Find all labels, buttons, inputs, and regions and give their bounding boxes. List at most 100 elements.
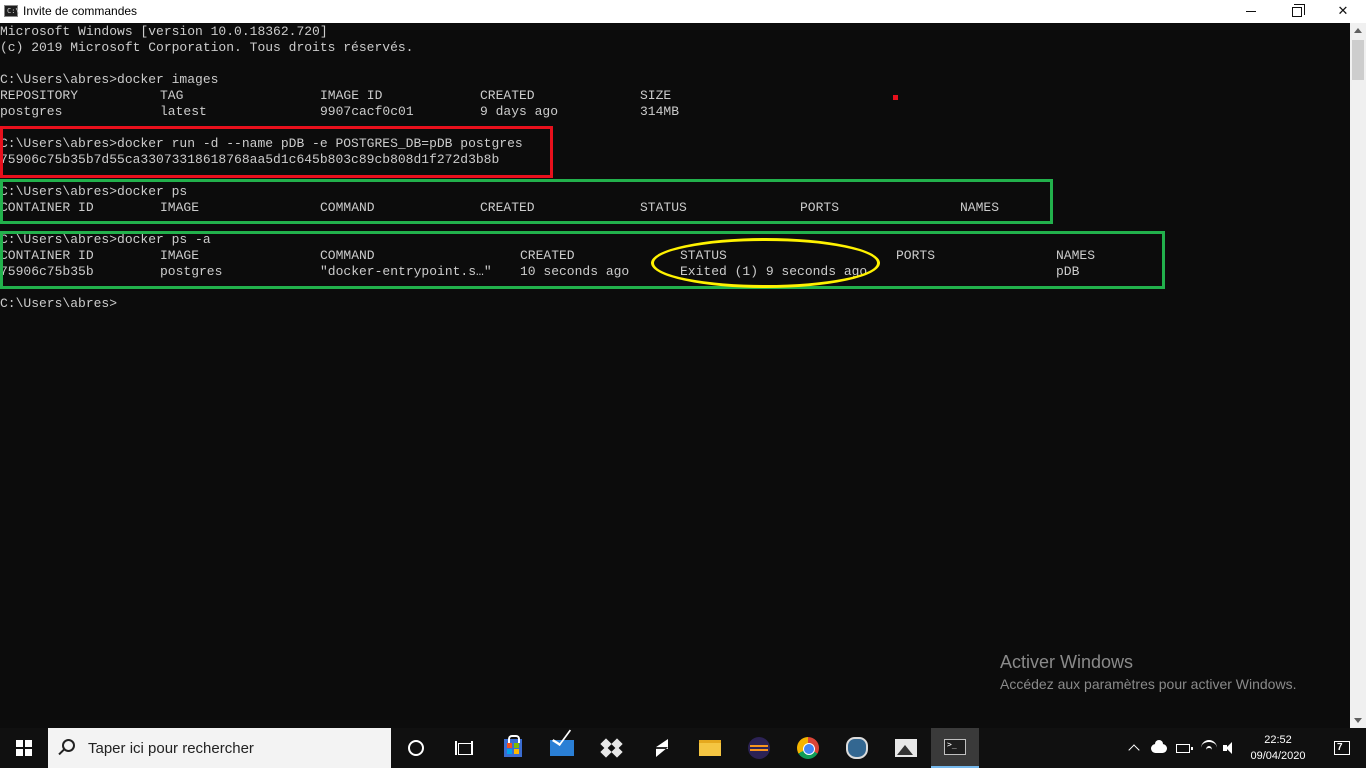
windows-logo-icon	[16, 740, 32, 756]
header-cell: COMMAND	[320, 200, 375, 215]
cell: 10 seconds ago	[520, 264, 630, 279]
header-cell: SIZE	[640, 88, 672, 103]
console-prompt: C:\Users\abres>	[0, 296, 118, 311]
sublime-text-button[interactable]	[637, 728, 685, 768]
console-line: (c) 2019 Microsoft Corporation. Tous dro…	[0, 40, 414, 55]
header-cell: CREATED	[520, 248, 575, 263]
photos-icon	[895, 739, 917, 757]
volume-button[interactable]	[1220, 728, 1242, 768]
cell: 75906c75b35b	[0, 264, 94, 279]
cell: "docker-entrypoint.s…"	[320, 264, 492, 279]
watermark-title: Activer Windows	[1000, 652, 1134, 672]
dropbox-button[interactable]	[588, 728, 636, 768]
header-cell: CREATED	[480, 88, 535, 103]
header-cell: STATUS	[680, 248, 727, 263]
header-cell: STATUS	[640, 200, 687, 215]
cmd-icon: C:\	[4, 5, 20, 17]
ps-header-row: CONTAINER ID IMAGE COMMAND CREATED STATU…	[0, 200, 1350, 216]
photos-button[interactable]	[882, 728, 930, 768]
task-view-button[interactable]	[440, 728, 488, 768]
show-hidden-icons-button[interactable]	[1124, 728, 1144, 768]
battery-icon	[1176, 743, 1193, 753]
cell: 9907cacf0c01	[320, 104, 414, 119]
maximize-button[interactable]	[1274, 0, 1320, 23]
task-view-icon	[455, 741, 473, 755]
console-line: C:\Users\abres>docker ps	[0, 184, 188, 199]
clock-time: 22:52	[1264, 734, 1292, 746]
header-cell: PORTS	[896, 248, 936, 263]
clock[interactable]: 22:52 09/04/2020	[1244, 728, 1312, 768]
header-cell: NAMES	[1056, 248, 1096, 263]
cortana-button[interactable]	[392, 728, 440, 768]
file-explorer-button[interactable]	[686, 728, 734, 768]
cortana-icon	[408, 740, 424, 756]
close-icon: ✕	[1337, 4, 1349, 19]
pgadmin-button[interactable]	[833, 728, 881, 768]
annotation-dot	[893, 95, 898, 100]
images-row: postgres latest 9907cacf0c01 9 days ago …	[0, 104, 1350, 120]
cell: latest	[160, 104, 207, 119]
header-cell: REPOSITORY	[0, 88, 79, 103]
scroll-thumb[interactable]	[1352, 40, 1364, 80]
store-icon	[504, 735, 522, 757]
header-cell: CONTAINER ID	[0, 248, 94, 263]
cell: postgres	[0, 104, 63, 119]
dropbox-icon	[600, 738, 623, 758]
cmd-icon	[944, 739, 966, 755]
cmd-taskbar-button[interactable]	[931, 728, 979, 768]
console-line: C:\Users\abres>docker ps -a	[0, 232, 211, 247]
header-cell: IMAGE	[160, 200, 200, 215]
console-line: Microsoft Windows [version 10.0.18362.72…	[0, 24, 328, 39]
search-placeholder: Taper ici pour rechercher	[88, 740, 254, 757]
start-button[interactable]	[0, 728, 48, 768]
header-cell: PORTS	[800, 200, 840, 215]
activation-watermark: Activer Windows Accédez aux paramètres p…	[1000, 652, 1296, 692]
minimize-button[interactable]	[1228, 0, 1274, 23]
minimize-icon	[1246, 11, 1256, 12]
store-button[interactable]	[489, 728, 537, 768]
network-button[interactable]	[1198, 728, 1220, 768]
header-cell: TAG	[160, 88, 184, 103]
scroll-down-icon[interactable]	[1354, 718, 1362, 723]
cell: pDB	[1056, 264, 1080, 279]
taskbar: Taper ici pour rechercher 22:52 09/04/20…	[0, 728, 1366, 768]
cell: 314MB	[640, 104, 680, 119]
restore-icon	[1292, 3, 1305, 17]
header-cell: NAMES	[960, 200, 1000, 215]
watermark-subtitle: Accédez aux paramètres pour activer Wind…	[1000, 676, 1297, 692]
header-cell: COMMAND	[320, 248, 375, 263]
status-cell: Exited (1) 9 seconds ago	[680, 264, 868, 279]
eclipse-icon	[748, 737, 770, 759]
eclipse-button[interactable]	[735, 728, 783, 768]
chrome-button[interactable]	[784, 728, 832, 768]
title-bar: C:\ Invite de commandes ✕	[0, 0, 1366, 23]
sublime-text-icon	[654, 737, 668, 759]
cell: postgres	[160, 264, 223, 279]
mail-icon	[550, 740, 574, 756]
chevron-up-icon	[1128, 744, 1140, 756]
mail-button[interactable]	[538, 728, 586, 768]
pgadmin-icon	[846, 737, 868, 759]
search-icon	[62, 739, 75, 752]
console-line: C:\Users\abres>docker run -d --name pDB …	[0, 136, 523, 151]
header-cell: IMAGE	[160, 248, 200, 263]
scroll-up-icon[interactable]	[1354, 28, 1362, 33]
images-header-row: REPOSITORY TAG IMAGE ID CREATED SIZE	[0, 88, 1350, 104]
console-output[interactable]: Microsoft Windows [version 10.0.18362.72…	[0, 23, 1350, 728]
header-cell: CONTAINER ID	[0, 200, 94, 215]
cell: 9 days ago	[480, 104, 559, 119]
speaker-icon	[1223, 741, 1239, 755]
vertical-scrollbar[interactable]	[1350, 23, 1366, 728]
battery-button[interactable]	[1172, 728, 1194, 768]
notification-badge: 7	[1336, 742, 1344, 753]
console-line: C:\Users\abres>docker images	[0, 72, 219, 87]
wifi-icon	[1201, 740, 1217, 756]
header-cell: CREATED	[480, 200, 535, 215]
cloud-icon	[1151, 739, 1167, 753]
close-button[interactable]: ✕	[1320, 0, 1366, 23]
taskbar-search[interactable]: Taper ici pour rechercher	[48, 728, 391, 768]
window-title: Invite de commandes	[23, 4, 138, 18]
ps-a-header-row: CONTAINER ID IMAGE COMMAND CREATED STATU…	[0, 248, 1350, 264]
header-cell: IMAGE ID	[320, 88, 383, 103]
onedrive-button[interactable]	[1148, 728, 1170, 768]
